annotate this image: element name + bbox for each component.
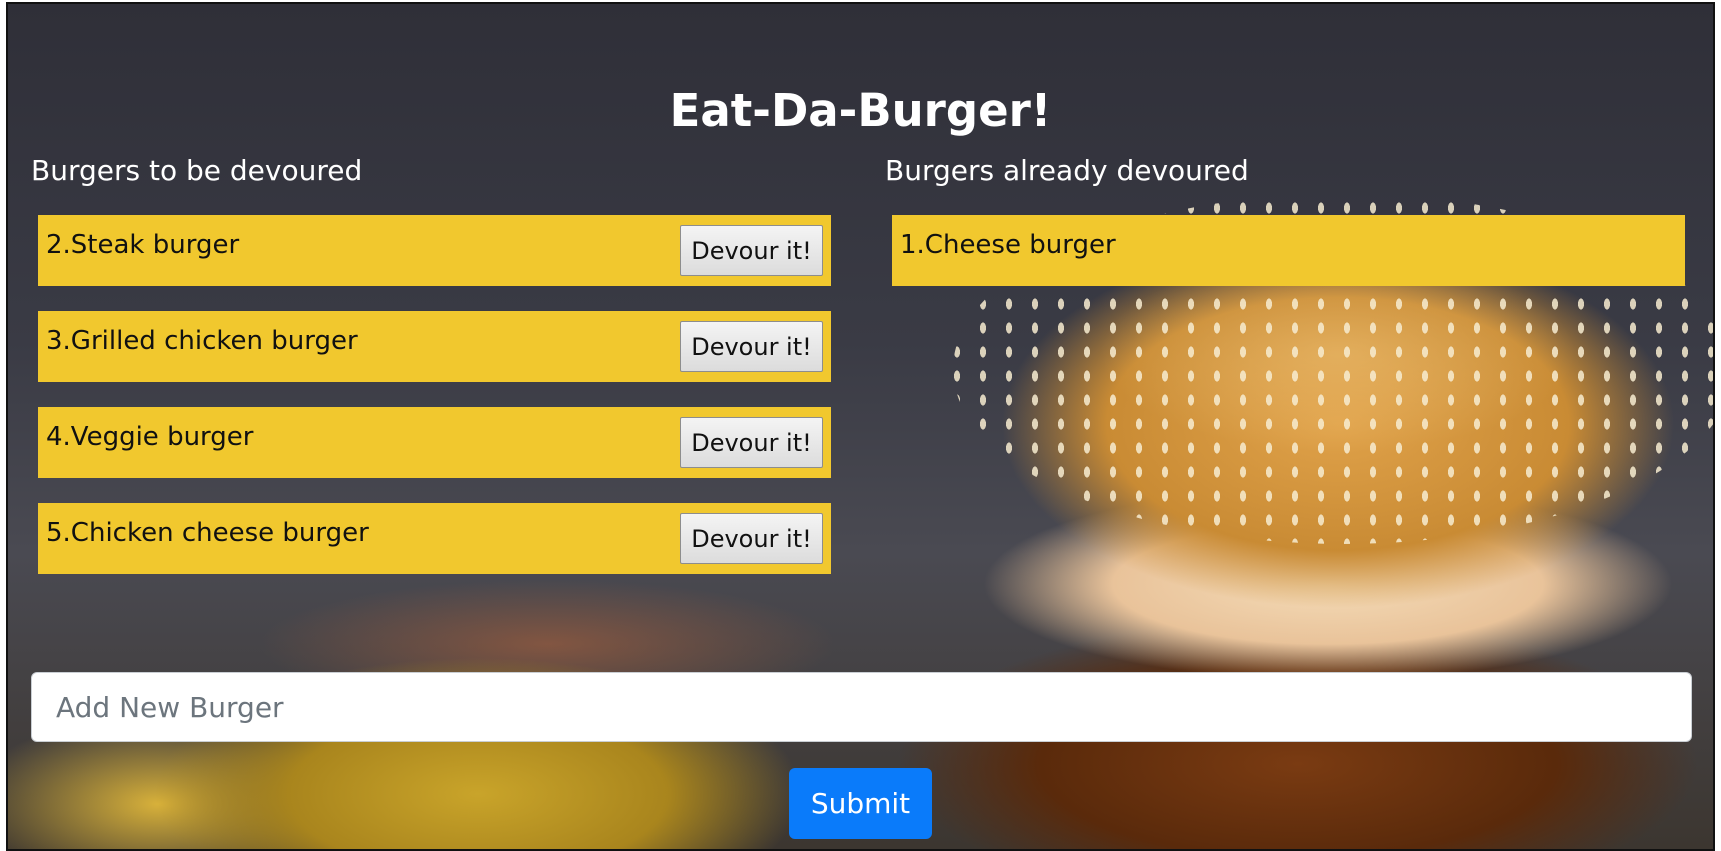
devour-button[interactable]: Devour it! — [680, 513, 823, 564]
page-title: Eat-Da-Burger! — [669, 84, 1052, 137]
burger-item: 2.Steak burger Devour it! — [38, 215, 831, 286]
devour-button[interactable]: Devour it! — [680, 417, 823, 468]
burger-item: 3.Grilled chicken burger Devour it! — [38, 311, 831, 382]
devoured-heading: Burgers already devoured — [885, 154, 1249, 187]
to-devour-heading: Burgers to be devoured — [31, 154, 363, 187]
submit-button[interactable]: Submit — [789, 768, 932, 839]
new-burger-input[interactable] — [31, 672, 1692, 742]
page-frame: Eat-Da-Burger! Burgers to be devoured Bu… — [6, 2, 1715, 851]
main-content: Eat-Da-Burger! Burgers to be devoured Bu… — [8, 4, 1713, 849]
burger-item-label: 3.Grilled chicken burger — [46, 326, 358, 356]
burger-item: 4.Veggie burger Devour it! — [38, 407, 831, 478]
devoured-burger-label: 1.Cheese burger — [900, 230, 1116, 260]
burger-item-label: 5.Chicken cheese burger — [46, 518, 369, 548]
devoured-burger-item: 1.Cheese burger — [892, 215, 1685, 286]
burger-item-label: 4.Veggie burger — [46, 422, 254, 452]
devour-button[interactable]: Devour it! — [680, 321, 823, 372]
burger-item: 5.Chicken cheese burger Devour it! — [38, 503, 831, 574]
devour-button[interactable]: Devour it! — [680, 225, 823, 276]
burger-item-label: 2.Steak burger — [46, 230, 240, 260]
